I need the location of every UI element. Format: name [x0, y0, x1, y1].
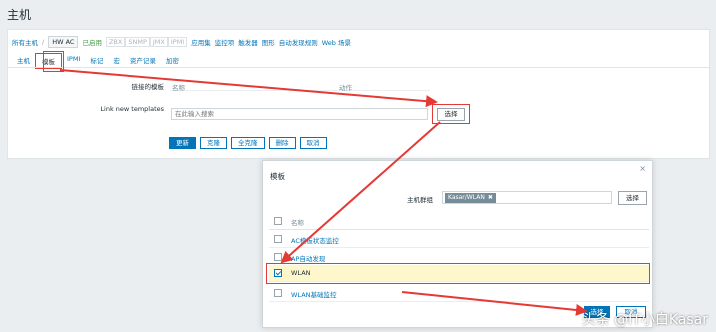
linked-col-action: 动作	[339, 84, 352, 92]
linked-templates-table	[170, 79, 430, 91]
update-button[interactable]: 更新	[169, 137, 196, 149]
badge-jmx: JMX	[149, 37, 168, 47]
close-icon[interactable]: ×	[639, 164, 646, 173]
host-group-label: 主机群组	[407, 196, 433, 204]
breadcrumb-web-scenarios[interactable]: Web 场景	[322, 37, 351, 47]
delete-button[interactable]: 删除	[268, 137, 296, 149]
templates-tab-highlight	[43, 51, 64, 72]
table-row: AC模板状态监控	[269, 231, 649, 248]
host-group-select-button[interactable]: 选择	[618, 191, 647, 205]
table-header-row: 名称	[269, 213, 649, 230]
form-actions: 更新 克隆 全克隆 删除 取消	[169, 137, 327, 149]
template-name[interactable]: WLAN基础监控	[291, 289, 337, 299]
selected-row-highlight	[266, 263, 650, 284]
badge-ipmi: IPMI	[167, 37, 188, 47]
breadcrumb: 所有主机 / HW AC 已启用 ZBX SNMP JMX IPMI 应用集 监…	[12, 36, 351, 48]
link-new-templates-label: Link new templates	[100, 105, 164, 113]
template-name[interactable]: AP自动发现	[291, 253, 325, 263]
template-picker-modal: 模板 × 主机群组 Kasar/WLAN ✖ 选择 名称 AC模板状态监控 AP自…	[262, 160, 653, 328]
badge-snmp: SNMP	[125, 37, 150, 47]
template-search-input[interactable]	[171, 108, 428, 120]
select-button-highlight	[432, 104, 470, 124]
host-group-tag-text: Kasar/WLAN	[448, 194, 485, 201]
breadcrumb-separator: /	[42, 38, 45, 46]
tab-divider	[8, 67, 709, 68]
breadcrumb-current-host: HW AC	[48, 36, 79, 48]
remove-tag-icon[interactable]: ✖	[488, 194, 493, 201]
host-status[interactable]: 已启用	[82, 37, 102, 47]
breadcrumb-discovery-rules[interactable]: 自动发现规则	[279, 37, 318, 47]
breadcrumb-graphs[interactable]: 图形	[262, 37, 275, 47]
badge-zbx: ZBX	[105, 37, 126, 47]
host-group-field[interactable]: Kasar/WLAN ✖	[442, 191, 612, 204]
select-all-checkbox[interactable]	[274, 217, 282, 225]
host-form-panel: 所有主机 / HW AC 已启用 ZBX SNMP JMX IPMI 应用集 监…	[7, 29, 710, 159]
modal-title: 模板	[270, 172, 285, 181]
row-checkbox[interactable]	[274, 253, 282, 261]
cancel-button[interactable]: 取消	[299, 137, 327, 149]
column-header-name: 名称	[291, 219, 304, 227]
page: 主机 所有主机 / HW AC 已启用 ZBX SNMP JMX IPMI 应用…	[0, 0, 716, 332]
page-title: 主机	[7, 8, 32, 22]
breadcrumb-items[interactable]: 监控项	[215, 37, 235, 47]
breadcrumb-applications[interactable]: 应用集	[191, 37, 211, 47]
linked-templates-label: 链接的模板	[131, 83, 165, 91]
linked-col-name: 名称	[172, 84, 185, 92]
breadcrumb-all-hosts[interactable]: 所有主机	[12, 37, 38, 47]
template-name[interactable]: AC模板状态监控	[291, 235, 339, 245]
watermark: 头条 @IT小白Kasar	[581, 312, 708, 328]
breadcrumb-triggers[interactable]: 触发器	[238, 37, 258, 47]
host-group-tag: Kasar/WLAN ✖	[445, 193, 496, 203]
row-checkbox[interactable]	[274, 235, 282, 243]
row-checkbox[interactable]	[274, 289, 282, 297]
table-row: WLAN基础监控	[269, 285, 649, 302]
clone-button[interactable]: 克隆	[200, 137, 227, 149]
availability-badges: ZBX SNMP JMX IPMI	[105, 37, 188, 47]
full-clone-button[interactable]: 全克隆	[231, 137, 265, 149]
